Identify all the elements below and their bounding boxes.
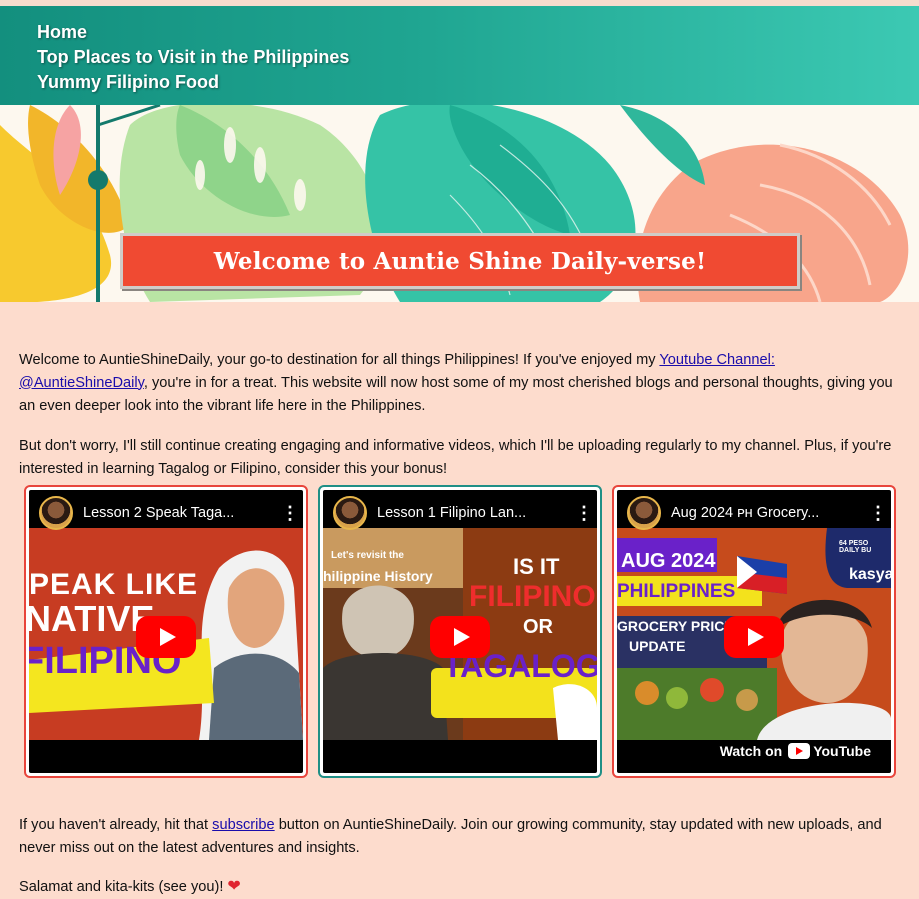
thumb-text-4: FILIPINO xyxy=(469,580,596,613)
video-title-bar: Aug 2024 ᴘʜ Grocery... ⋮ xyxy=(627,496,887,530)
intro-paragraph: Welcome to AuntieShineDaily, your go-to … xyxy=(19,349,899,418)
video-title[interactable]: Lesson 1 Filipino Lan... xyxy=(377,505,575,521)
subscribe-link[interactable]: subscribe xyxy=(212,817,274,833)
video-player[interactable]: Let's revisit the hilippine History IS I… xyxy=(323,490,597,773)
play-button-icon[interactable] xyxy=(136,615,196,658)
bonus-paragraph: But don't worry, I'll still continue cre… xyxy=(19,437,892,477)
channel-avatar[interactable] xyxy=(39,496,73,530)
thumb-text-1: AUG 2024 xyxy=(621,550,716,572)
video-embed-lesson-1[interactable]: Let's revisit the hilippine History IS I… xyxy=(318,485,602,778)
video-title-bar: Lesson 2 Speak Taga... ⋮ xyxy=(39,496,299,530)
thumb-text-6: kasya xyxy=(849,566,891,583)
video-embed-lesson-2[interactable]: PEAK LIKE NATIVE FILIPINO Lesson 2 Speak… xyxy=(24,485,308,778)
more-options-icon[interactable]: ⋮ xyxy=(281,503,299,524)
thumb-text-2: hilippine History xyxy=(323,568,433,584)
youtube-brand-text: YouTube xyxy=(813,743,871,759)
play-button-icon[interactable] xyxy=(724,615,784,658)
channel-avatar[interactable] xyxy=(627,496,661,530)
video-embed-grocery-update[interactable]: AUG 2024 PHILIPPINES GROCERY PRICE UPDAT… xyxy=(612,485,896,778)
watch-on-youtube-button[interactable]: Watch on YouTube xyxy=(720,743,871,759)
channel-avatar[interactable] xyxy=(333,496,367,530)
thumb-text-3: GROCERY PRICE xyxy=(617,618,734,634)
thumb-text-5: 64 PESO DAILY BU xyxy=(839,540,872,554)
intro-text-end: , you're in for a treat. This website wi… xyxy=(19,374,893,414)
thumb-text-3: IS IT xyxy=(513,554,560,579)
heart-icon: ❤ xyxy=(227,877,241,895)
thumb-text-1: Let's revisit the xyxy=(331,550,404,561)
thumb-text-5: OR xyxy=(523,616,553,638)
watch-on-label: Watch on xyxy=(719,743,783,759)
closing-text: Salamat and kita-kits (see you)! xyxy=(19,878,224,895)
play-button-icon[interactable] xyxy=(430,615,490,658)
welcome-title: Welcome to Auntie Shine Daily-verse! xyxy=(213,247,707,275)
more-options-icon[interactable]: ⋮ xyxy=(869,503,887,524)
more-options-icon[interactable]: ⋮ xyxy=(575,503,593,524)
video-title[interactable]: Aug 2024 ᴘʜ Grocery... xyxy=(671,505,869,521)
thumb-text-2: PHILIPPINES xyxy=(617,581,736,602)
subscribe-paragraph: If you haven't already, hit that subscri… xyxy=(19,814,899,860)
nav-top-places-link[interactable]: Top Places to Visit in the Philippines xyxy=(37,47,349,68)
video-title[interactable]: Lesson 2 Speak Taga... xyxy=(83,505,281,521)
youtube-logo: YouTube xyxy=(788,743,871,759)
video-title-bar: Lesson 1 Filipino Lan... ⋮ xyxy=(333,496,593,530)
welcome-title-box: Welcome to Auntie Shine Daily-verse! xyxy=(120,233,800,289)
youtube-play-icon xyxy=(788,743,811,759)
top-navigation: Home Top Places to Visit in the Philippi… xyxy=(0,6,919,105)
thumb-text-4: UPDATE xyxy=(629,638,686,654)
intro-text-start: Welcome to AuntieShineDaily, your go-to … xyxy=(19,351,660,368)
thumb-text-1: PEAK LIKE xyxy=(29,568,199,601)
nav-home-link[interactable]: Home xyxy=(37,22,87,43)
nav-filipino-food-link[interactable]: Yummy Filipino Food xyxy=(37,72,219,93)
closing-paragraph: Salamat and kita-kits (see you)! ❤ xyxy=(19,875,899,899)
video-player[interactable]: PEAK LIKE NATIVE FILIPINO Lesson 2 Speak… xyxy=(29,490,303,773)
video-player[interactable]: AUG 2024 PHILIPPINES GROCERY PRICE UPDAT… xyxy=(617,490,891,773)
outro-text-start: If you haven't already, hit that xyxy=(19,816,213,833)
